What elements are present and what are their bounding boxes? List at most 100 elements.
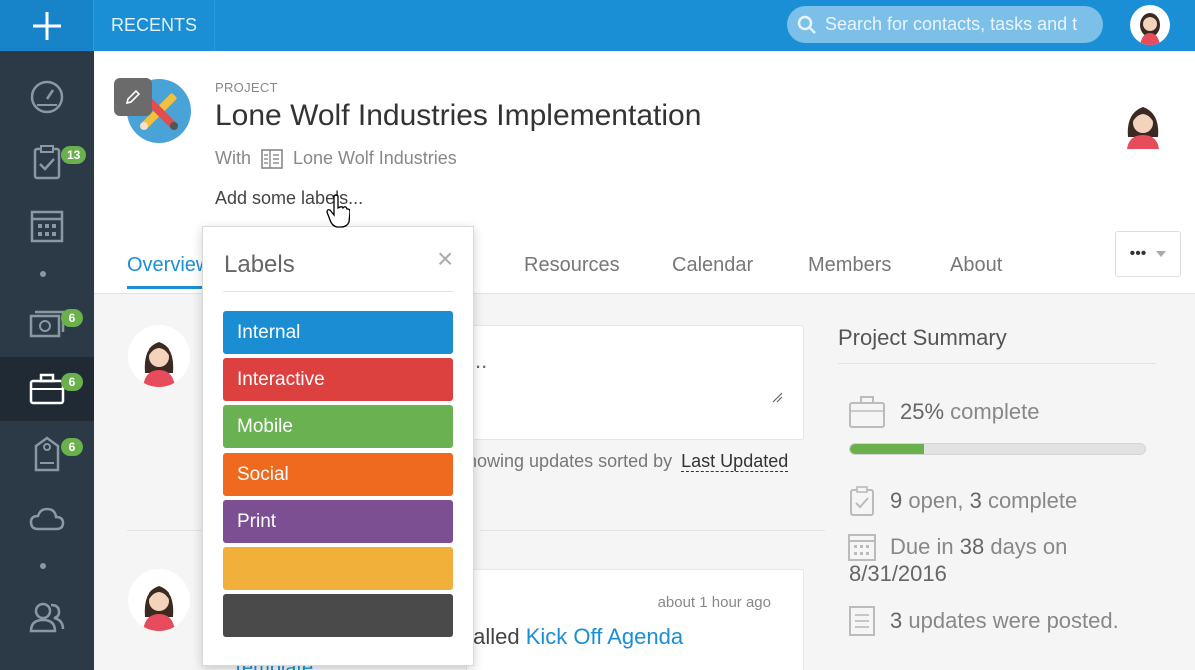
company-row: With Lone Wolf Industries bbox=[215, 148, 457, 169]
sidebar-item-people[interactable] bbox=[0, 585, 94, 649]
summary-progress-fill bbox=[850, 444, 924, 454]
search-icon bbox=[797, 15, 816, 34]
post-link[interactable]: Kick Off Agenda bbox=[526, 624, 683, 649]
complete-count: 3 bbox=[969, 488, 982, 513]
opportunities-badge: 6 bbox=[61, 309, 83, 327]
gauge-icon bbox=[30, 80, 64, 114]
post-text: talled Kick Off Agenda bbox=[467, 624, 683, 650]
clipboard-check-icon bbox=[850, 486, 874, 516]
tab-resources[interactable]: Resources bbox=[524, 254, 620, 277]
plus-icon bbox=[32, 11, 61, 40]
label-option-dark[interactable] bbox=[223, 594, 453, 637]
project-summary: Project Summary 25% complete 9 open, 3 c… bbox=[838, 325, 1158, 636]
label-option-mobile[interactable]: Mobile bbox=[223, 405, 453, 448]
labels-title: Labels bbox=[224, 251, 295, 278]
chevron-down-icon bbox=[1156, 251, 1167, 257]
complete-label: complete bbox=[987, 488, 1078, 513]
summary-percent: 25% bbox=[900, 399, 945, 424]
avatar-icon bbox=[1140, 13, 1160, 45]
sidebar-item-tasks[interactable]: 13 bbox=[0, 130, 94, 194]
labels-divider bbox=[223, 291, 453, 292]
summary-percent-suffix: complete bbox=[950, 399, 1040, 424]
updates-count: 3 bbox=[890, 608, 903, 633]
post-avatar bbox=[128, 569, 190, 631]
calendar-icon bbox=[848, 534, 876, 561]
sidebar-item-cases[interactable]: 6 bbox=[0, 422, 94, 486]
post-text-prefix: talled bbox=[467, 624, 520, 649]
more-dots: ••• bbox=[1129, 245, 1147, 262]
due-suffix: days on bbox=[990, 534, 1068, 559]
cases-badge: 6 bbox=[61, 438, 83, 456]
sort-row: howing updates sorted by Last Updated bbox=[467, 451, 789, 472]
due-date: 8/31/2016 bbox=[849, 561, 947, 586]
summary-title: Project Summary bbox=[838, 325, 1156, 364]
projects-badge: 6 bbox=[61, 373, 83, 391]
briefcase-icon bbox=[849, 396, 885, 428]
top-bar: RECENTS bbox=[0, 0, 1195, 51]
open-label: open, bbox=[908, 488, 964, 513]
labels-popover: Labels × Internal Interactive Mobile Soc… bbox=[202, 226, 474, 666]
summary-due-date: 8/31/2016 bbox=[849, 561, 947, 587]
sidebar-item-opportunities[interactable]: 6 bbox=[0, 293, 94, 357]
sidebar-separator-dot-2 bbox=[40, 563, 46, 569]
owner-avatar[interactable] bbox=[1119, 97, 1167, 149]
label-option-internal[interactable]: Internal bbox=[223, 311, 453, 354]
more-actions-button[interactable]: ••• bbox=[1115, 231, 1181, 277]
project-type-label: PROJECT bbox=[215, 80, 278, 95]
tag-icon bbox=[34, 436, 60, 472]
composer-avatar bbox=[128, 325, 190, 387]
sidebar-item-calendar[interactable] bbox=[0, 194, 94, 258]
search-input[interactable] bbox=[825, 14, 1095, 35]
summary-progress-bar bbox=[849, 443, 1146, 455]
document-icon bbox=[849, 606, 875, 636]
due-days: 38 bbox=[959, 534, 985, 559]
tab-overview[interactable]: Overview bbox=[127, 254, 211, 289]
label-option-print[interactable]: Print bbox=[223, 500, 453, 543]
building-icon bbox=[261, 148, 283, 169]
sidebar-item-dashboard[interactable] bbox=[0, 65, 94, 129]
briefcase-icon bbox=[29, 373, 65, 405]
open-count: 9 bbox=[890, 488, 903, 513]
add-button[interactable] bbox=[0, 0, 94, 51]
updates-label: updates were posted. bbox=[908, 608, 1119, 633]
money-icon bbox=[29, 310, 65, 338]
tab-calendar[interactable]: Calendar bbox=[672, 254, 753, 277]
cloud-icon bbox=[29, 507, 65, 531]
tasks-badge: 13 bbox=[61, 146, 87, 164]
label-option-yellow[interactable] bbox=[223, 547, 453, 590]
search-box[interactable] bbox=[787, 6, 1103, 43]
users-icon bbox=[29, 602, 65, 633]
clipboard-check-icon bbox=[33, 145, 61, 180]
tab-about[interactable]: About bbox=[950, 254, 1002, 277]
avatar-icon bbox=[1127, 107, 1159, 149]
sorted-prefix: howing updates sorted by bbox=[467, 451, 673, 471]
calendar-icon bbox=[30, 210, 64, 243]
label-option-social[interactable]: Social bbox=[223, 453, 453, 496]
close-icon[interactable]: × bbox=[437, 243, 453, 275]
avatar-icon bbox=[143, 342, 175, 387]
label-option-interactive[interactable]: Interactive bbox=[223, 358, 453, 401]
sort-dropdown[interactable]: Last Updated bbox=[681, 451, 789, 472]
summary-progress-row: 25% complete bbox=[848, 395, 1039, 429]
sidebar-item-cloud[interactable] bbox=[0, 487, 94, 551]
company-link[interactable]: Lone Wolf Industries bbox=[293, 148, 457, 169]
feed-post: about 1 hour ago talled Kick Off Agenda bbox=[466, 569, 804, 670]
sidebar-item-projects[interactable]: 6 bbox=[0, 357, 94, 421]
resize-handle-icon[interactable] bbox=[771, 391, 783, 403]
avatar-icon bbox=[143, 586, 175, 631]
recents-label: RECENTS bbox=[110, 15, 197, 35]
pencil-icon bbox=[125, 89, 141, 105]
composer-placeholder: .. bbox=[475, 348, 488, 373]
user-avatar[interactable] bbox=[1130, 5, 1170, 45]
summary-due-row: Due in 38 days on bbox=[848, 533, 1067, 561]
summary-updates-row: 3 updates were posted. bbox=[848, 605, 1119, 637]
edit-project-button[interactable] bbox=[114, 78, 152, 116]
sidebar-separator-dot bbox=[40, 271, 46, 277]
due-prefix: Due in bbox=[890, 534, 954, 559]
tab-members[interactable]: Members bbox=[808, 254, 891, 277]
post-timestamp: about 1 hour ago bbox=[657, 594, 771, 611]
summary-tasks-row: 9 open, 3 complete bbox=[848, 485, 1077, 517]
update-composer[interactable]: .. bbox=[464, 325, 804, 440]
hand-cursor-icon bbox=[326, 194, 350, 228]
recents-button[interactable]: RECENTS bbox=[94, 0, 215, 51]
